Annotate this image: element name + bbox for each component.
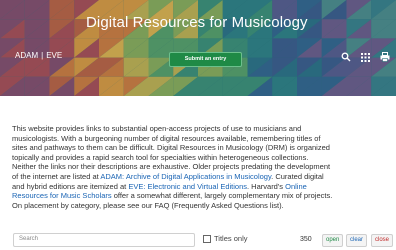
intro-text-fragment: of the internet are listed at xyxy=(12,171,101,181)
intro-line: On placement by category, please see our… xyxy=(12,200,284,210)
intro-line: musicologists. With a burgeoning number … xyxy=(12,133,321,143)
open-all-button[interactable]: open xyxy=(322,234,344,247)
intro-text-fragment: and hybrid editions are itemized at xyxy=(12,181,129,191)
nav-separator: | xyxy=(41,51,44,60)
site-title: Digital Resources for Musicology xyxy=(86,14,308,31)
titles-only-label: Titles only xyxy=(214,234,248,243)
submit-entry-button[interactable]: Submit an entry xyxy=(169,52,242,67)
grid-icon[interactable] xyxy=(361,52,370,62)
intro-line: topically and provides a rapid search to… xyxy=(12,152,309,162)
harvard-resources-link-cont[interactable]: Resources for Music Scholars xyxy=(12,191,112,200)
adam-link[interactable]: ADAM xyxy=(15,51,38,60)
search-bar: Search Titles only 350 open clear close xyxy=(13,233,396,247)
intro-line: Neither the links nor their descriptions… xyxy=(12,162,331,172)
titles-only-checkbox[interactable] xyxy=(203,234,211,243)
result-count: 350 xyxy=(300,236,312,243)
clear-button[interactable]: clear xyxy=(346,234,368,247)
banner-toolbar xyxy=(341,52,390,62)
header-banner: Digital Resources for Musicology ADAM | EV… xyxy=(0,0,396,96)
intro-line: Resources for Music Scholars offer a som… xyxy=(12,191,396,201)
eve-editions-link[interactable]: EVE: Electronic and Virtual Editions xyxy=(128,182,247,191)
search-icon[interactable] xyxy=(341,52,351,62)
page: Digital Resources for Musicology ADAM | EV… xyxy=(0,0,396,250)
intro-text-fragment: . Curated digital xyxy=(271,171,324,181)
harvard-resources-link[interactable]: Online xyxy=(285,182,307,191)
banner-nav: ADAM | EVE xyxy=(15,51,62,60)
eve-link[interactable]: EVE xyxy=(46,51,62,60)
titles-only-option[interactable]: Titles only xyxy=(203,234,247,243)
print-icon[interactable] xyxy=(380,52,390,62)
intro-line: and hybrid editions are itemized at EVE:… xyxy=(12,182,396,192)
close-all-button[interactable]: close xyxy=(371,234,394,247)
intro-line: of the internet are listed at ADAM: Arch… xyxy=(12,172,396,182)
intro-line: sites and pathways to them can be diffic… xyxy=(12,143,330,153)
search-input[interactable]: Search xyxy=(13,233,195,247)
adam-archive-link[interactable]: ADAM: Archive of Digital Applications in… xyxy=(100,172,271,181)
intro-text-fragment: . Harvard's xyxy=(247,181,286,191)
intro-text-fragment: offer a somewhat different, largely comp… xyxy=(111,191,333,201)
search-placeholder: Search xyxy=(19,236,39,242)
intro-text: This website provides links to substanti… xyxy=(12,124,396,210)
intro-line: This website provides links to substanti… xyxy=(12,124,302,133)
